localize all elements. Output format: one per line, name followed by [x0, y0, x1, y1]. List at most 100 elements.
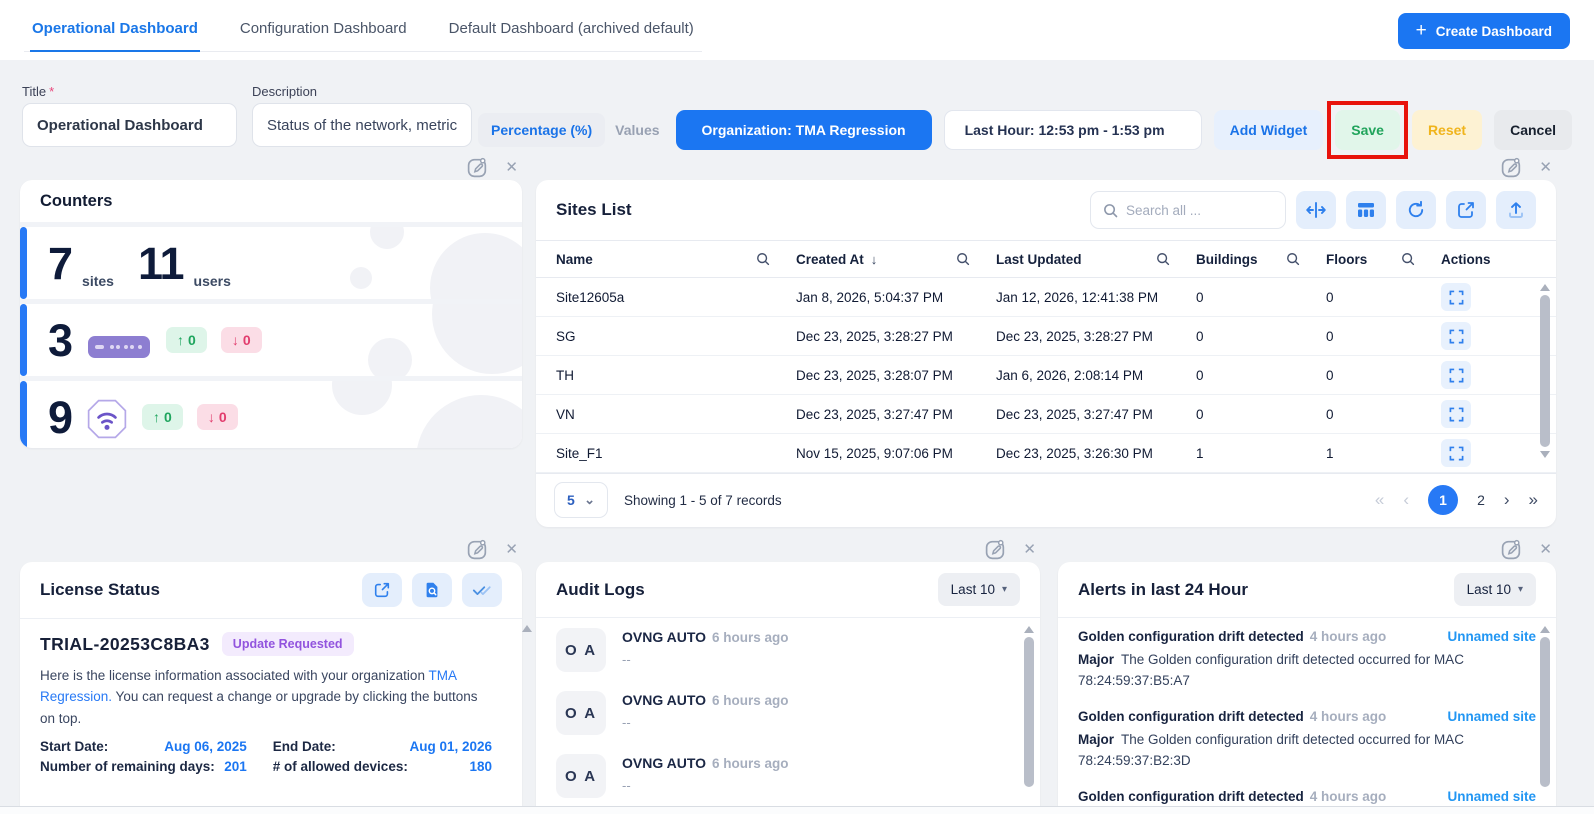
alert-severity: Major: [1078, 652, 1114, 667]
edit-widget-icon[interactable]: [466, 538, 489, 561]
last-page-button[interactable]: »: [1529, 490, 1538, 510]
users-count: 11: [138, 241, 184, 286]
refresh-button[interactable]: [1396, 191, 1436, 229]
cancel-button[interactable]: Cancel: [1494, 110, 1572, 150]
audit-scrollbar[interactable]: [1022, 626, 1036, 812]
switches-down-count: 0: [243, 332, 251, 348]
scrollbar-thumb[interactable]: [1024, 637, 1034, 787]
avatar: O A: [556, 754, 606, 798]
close-widget-icon[interactable]: ✕: [505, 160, 518, 175]
add-widget-button[interactable]: Add Widget: [1214, 110, 1324, 150]
column-last-updated: Last Updated: [996, 252, 1082, 267]
page-2-button[interactable]: 2: [1477, 492, 1485, 508]
export-button[interactable]: [1496, 191, 1536, 229]
cell-floors: 0: [1326, 407, 1441, 422]
cell-buildings: 0: [1196, 290, 1326, 305]
time-range-selector[interactable]: Last Hour: 12:53 pm - 1:53 pm: [944, 110, 1202, 150]
audit-filter-dropdown[interactable]: Last 10 ▾: [938, 573, 1020, 606]
license-scrollbar[interactable]: [520, 625, 534, 645]
title-input[interactable]: [22, 103, 237, 147]
table-row[interactable]: TH Dec 23, 2025, 3:28:07 PM Jan 6, 2026,…: [536, 356, 1556, 395]
reset-button[interactable]: Reset: [1412, 110, 1482, 150]
license-approve-button[interactable]: [462, 573, 502, 607]
column-search-icon[interactable]: [1156, 252, 1170, 266]
edit-widget-icon[interactable]: [984, 538, 1007, 561]
alert-entry[interactable]: Golden configuration drift detected 4 ho…: [1058, 618, 1556, 698]
close-widget-icon[interactable]: ✕: [505, 542, 518, 557]
toggle-values[interactable]: Values: [615, 122, 659, 138]
alerts-filter-label: Last 10: [1467, 582, 1511, 597]
scrollbar-thumb[interactable]: [1540, 637, 1550, 787]
expand-site-button[interactable]: [1441, 361, 1471, 389]
close-widget-icon[interactable]: ✕: [1023, 542, 1036, 557]
audit-detail: --: [622, 652, 789, 667]
table-row[interactable]: SG Dec 23, 2025, 3:28:27 PM Dec 23, 2025…: [536, 317, 1556, 356]
audit-log-entry[interactable]: O A OVNG AUTO6 hours ago --: [536, 618, 1040, 681]
expand-site-button[interactable]: [1441, 322, 1471, 350]
scroll-down-arrow[interactable]: [1540, 451, 1550, 458]
alert-site-link[interactable]: Unnamed site: [1447, 709, 1536, 724]
column-search-icon[interactable]: [1286, 252, 1300, 266]
double-check-icon: [472, 581, 492, 599]
first-page-button[interactable]: «: [1375, 490, 1384, 510]
page-size-select[interactable]: 5 ⌄: [554, 482, 608, 518]
open-external-button[interactable]: [1446, 191, 1486, 229]
page-size-value: 5: [567, 492, 575, 508]
table-row[interactable]: Site12605a Jan 8, 2026, 5:04:37 PM Jan 1…: [536, 278, 1556, 317]
expand-site-button[interactable]: [1441, 283, 1471, 311]
alert-entry[interactable]: Golden configuration drift detected 4 ho…: [1058, 778, 1556, 810]
table-row[interactable]: Site_F1 Nov 15, 2025, 9:07:06 PM Dec 23,…: [536, 434, 1556, 473]
column-search-icon[interactable]: [756, 252, 770, 266]
prev-page-button[interactable]: ‹: [1403, 490, 1409, 510]
license-description-text: Here is the license information associat…: [40, 668, 428, 683]
cell-buildings: 0: [1196, 407, 1326, 422]
audit-logs-widget: Audit Logs Last 10 ▾ O A OVNG AUTO6 hour…: [536, 562, 1040, 814]
table-row[interactable]: VN Dec 23, 2025, 3:27:47 PM Dec 23, 2025…: [536, 395, 1556, 434]
sites-table-footer: 5 ⌄ Showing 1 - 5 of 7 records « ‹ 1 2 ›…: [536, 473, 1556, 526]
cell-floors: 0: [1326, 329, 1441, 344]
description-input[interactable]: [252, 103, 472, 147]
edit-widget-icon[interactable]: [1500, 538, 1523, 561]
close-widget-icon[interactable]: ✕: [1539, 542, 1552, 557]
scroll-up-arrow[interactable]: [1540, 626, 1550, 633]
alert-entry[interactable]: Golden configuration drift detected 4 ho…: [1058, 698, 1556, 778]
alerts-filter-dropdown[interactable]: Last 10 ▾: [1454, 573, 1536, 606]
switches-down-badge: ↓ 0: [221, 327, 262, 353]
expand-site-button[interactable]: [1441, 439, 1471, 467]
create-dashboard-button[interactable]: + Create Dashboard: [1398, 13, 1570, 49]
table-scrollbar[interactable]: [1538, 284, 1552, 472]
toggle-percentage[interactable]: Percentage (%): [478, 113, 605, 147]
column-search-icon[interactable]: [956, 252, 970, 266]
audit-time: 6 hours ago: [712, 693, 789, 708]
license-status-badge: Update Requested: [222, 632, 354, 656]
expand-site-button[interactable]: [1441, 400, 1471, 428]
distribute-columns-button[interactable]: [1296, 191, 1336, 229]
next-page-button[interactable]: ›: [1504, 490, 1510, 510]
close-widget-icon[interactable]: ✕: [1539, 160, 1552, 175]
edit-widget-icon[interactable]: [466, 156, 489, 179]
scroll-up-arrow[interactable]: [522, 625, 532, 632]
license-review-button[interactable]: [412, 573, 452, 607]
scroll-up-arrow[interactable]: [1024, 626, 1034, 633]
page-1-button[interactable]: 1: [1428, 485, 1458, 515]
license-open-external-button[interactable]: [362, 573, 402, 607]
audit-log-entry[interactable]: O A OVNG AUTO6 hours ago --: [536, 681, 1040, 744]
scroll-up-arrow[interactable]: [1540, 284, 1550, 291]
alert-site-link[interactable]: Unnamed site: [1447, 629, 1536, 644]
column-search-icon[interactable]: [1401, 252, 1415, 266]
cell-floors: 0: [1326, 368, 1441, 383]
cell-name: Site_F1: [556, 446, 796, 461]
sites-search-input[interactable]: [1126, 203, 1256, 218]
tab-default-dashboard[interactable]: Default Dashboard (archived default): [447, 12, 696, 51]
organization-selector-button[interactable]: Organization: TMA Regression: [676, 110, 932, 150]
sort-desc-icon[interactable]: ↓: [871, 252, 878, 267]
columns-settings-button[interactable]: [1346, 191, 1386, 229]
scrollbar-thumb[interactable]: [1540, 295, 1550, 447]
save-button[interactable]: Save: [1335, 110, 1400, 150]
tab-configuration-dashboard[interactable]: Configuration Dashboard: [238, 12, 409, 51]
edit-widget-icon[interactable]: [1500, 156, 1523, 179]
tab-operational-dashboard[interactable]: Operational Dashboard: [30, 12, 200, 52]
audit-log-entry[interactable]: O A OVNG AUTO6 hours ago --: [536, 744, 1040, 807]
alert-site-link[interactable]: Unnamed site: [1447, 789, 1536, 804]
alerts-scrollbar[interactable]: [1538, 626, 1552, 812]
